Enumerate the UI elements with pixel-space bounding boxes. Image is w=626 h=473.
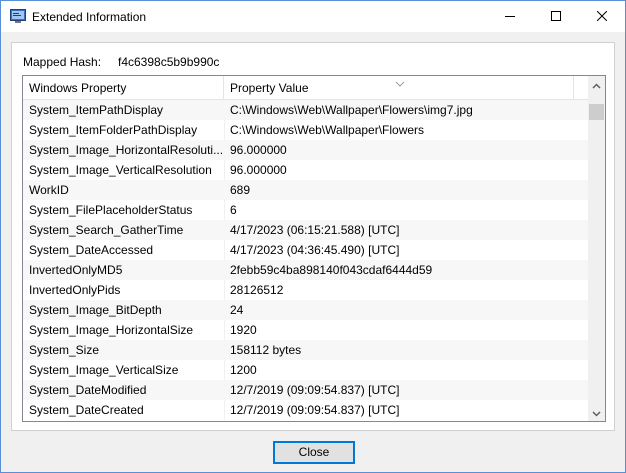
close-button[interactable]: Close <box>273 441 355 464</box>
table-row[interactable]: System_Image_HorizontalResoluti... 96.000… <box>23 140 588 160</box>
vertical-scrollbar[interactable] <box>588 76 605 421</box>
property-name-cell: System_Image_VerticalSize <box>29 363 179 377</box>
property-value-cell: 1920 <box>230 323 257 337</box>
table-row[interactable]: System_ItemPathDisplay C:\Windows\Web\Wal… <box>23 100 588 120</box>
property-value-cell: 2febb59c4ba898140f043cdaf6444d59 <box>230 263 433 277</box>
property-value-cell: 96.000000 <box>230 163 287 177</box>
property-value-cell: 12/7/2019 (09:09:54.837) [UTC] <box>230 403 400 417</box>
column-header-windows-property[interactable]: Windows Property <box>23 76 224 100</box>
property-value-cell: 4/17/2023 (06:15:21.588) [UTC] <box>230 223 400 237</box>
property-value-cell: 158112 bytes <box>230 343 302 357</box>
scroll-up-button[interactable] <box>588 76 605 93</box>
info-panel: Mapped Hash: f4c6398c5b9b990c Windows Pr… <box>11 42 615 431</box>
mapped-hash-value: f4c6398c5b9b990c <box>118 55 220 69</box>
extended-information-window: Extended Information Mapped Hash: f4c639… <box>0 0 626 473</box>
property-value-cell: C:\Windows\Web\Wallpaper\Flowers <box>230 123 425 137</box>
table-row[interactable]: System_DateAccessed 4/17/2023 (04:36:45.4… <box>23 240 588 260</box>
table-row[interactable]: System_FilePlaceholderStatus 6 <box>23 200 588 220</box>
property-value-cell: C:\Windows\Web\Wallpaper\Flowers\img7.jp… <box>230 103 473 117</box>
minimize-button[interactable] <box>487 1 533 32</box>
scroll-down-button[interactable] <box>588 404 605 421</box>
chevron-down-icon <box>592 406 601 420</box>
property-name-cell: System_ItemPathDisplay <box>29 103 164 117</box>
property-name-cell: System_DateCreated <box>29 403 144 417</box>
property-name-cell: System_Image_BitDepth <box>29 303 162 317</box>
maximize-icon <box>551 10 561 24</box>
property-name-cell: System_Search_GatherTime <box>29 223 184 237</box>
table-row[interactable]: System_Image_BitDepth 24 <box>23 300 588 320</box>
property-value-cell: 96.000000 <box>230 143 287 157</box>
property-name-cell: System_DateModified <box>29 383 147 397</box>
table-row[interactable]: System_Search_GatherTime 4/17/2023 (06:15… <box>23 220 588 240</box>
property-name-cell: System_Size <box>29 343 100 357</box>
property-name-cell: System_FilePlaceholderStatus <box>29 203 193 217</box>
property-name-cell: InvertedOnlyPids <box>29 283 121 297</box>
minimize-icon <box>505 10 515 24</box>
window-title: Extended Information <box>32 10 147 24</box>
table-row[interactable]: InvertedOnlyPids 28126512 <box>23 280 588 300</box>
close-window-button[interactable] <box>579 1 625 32</box>
property-list[interactable]: Windows Property Property Value System_I… <box>22 75 606 422</box>
property-name-cell: System_ItemFolderPathDisplay <box>29 123 198 137</box>
properties-window-icon <box>10 9 26 23</box>
chevron-up-icon <box>592 78 601 92</box>
property-value-cell: 4/17/2023 (04:36:45.490) [UTC] <box>230 243 400 257</box>
maximize-button[interactable] <box>533 1 579 32</box>
table-row[interactable]: System_Image_VerticalResolution 96.000000 <box>23 160 588 180</box>
table-row[interactable]: System_Image_VerticalSize 1200 <box>23 360 588 380</box>
property-name-cell: System_Image_HorizontalSize <box>29 323 194 337</box>
property-value-cell: 689 <box>230 183 251 197</box>
table-row[interactable]: System_Image_HorizontalSize 1920 <box>23 320 588 340</box>
property-name-cell: WorkID <box>29 183 69 197</box>
list-rows: System_ItemPathDisplay C:\Windows\Web\Wal… <box>23 100 588 420</box>
list-header: Windows Property Property Value <box>23 76 588 100</box>
table-row[interactable]: System_ItemFolderPathDisplay C:\Windows\W… <box>23 120 588 140</box>
mapped-hash-label: Mapped Hash: <box>23 55 102 69</box>
table-row[interactable]: WorkID 689 <box>23 180 588 200</box>
close-icon <box>596 10 608 24</box>
property-name-cell: System_Image_VerticalResolution <box>29 163 212 177</box>
property-value-cell: 1200 <box>230 363 257 377</box>
property-value-cell: 24 <box>230 303 244 317</box>
property-value-cell: 6 <box>230 203 237 217</box>
property-value-cell: 28126512 <box>230 283 284 297</box>
table-row[interactable]: System_DateModified 12/7/2019 (09:09:54.8… <box>23 380 588 400</box>
property-name-cell: System_DateAccessed <box>29 243 154 257</box>
property-name-cell: InvertedOnlyMD5 <box>29 263 123 277</box>
scrollbar-thumb[interactable] <box>589 104 604 120</box>
property-name-cell: System_Image_HorizontalResoluti... <box>29 143 224 157</box>
table-row[interactable]: System_DateCreated 12/7/2019 (09:09:54.83… <box>23 400 588 420</box>
sort-arrow-icon <box>395 76 405 87</box>
table-row[interactable]: InvertedOnlyMD5 2febb59c4ba898140f043cdaf… <box>23 260 588 280</box>
property-value-cell: 12/7/2019 (09:09:54.837) [UTC] <box>230 383 400 397</box>
table-row[interactable]: System_Size 158112 bytes <box>23 340 588 360</box>
title-bar[interactable]: Extended Information <box>1 1 625 32</box>
